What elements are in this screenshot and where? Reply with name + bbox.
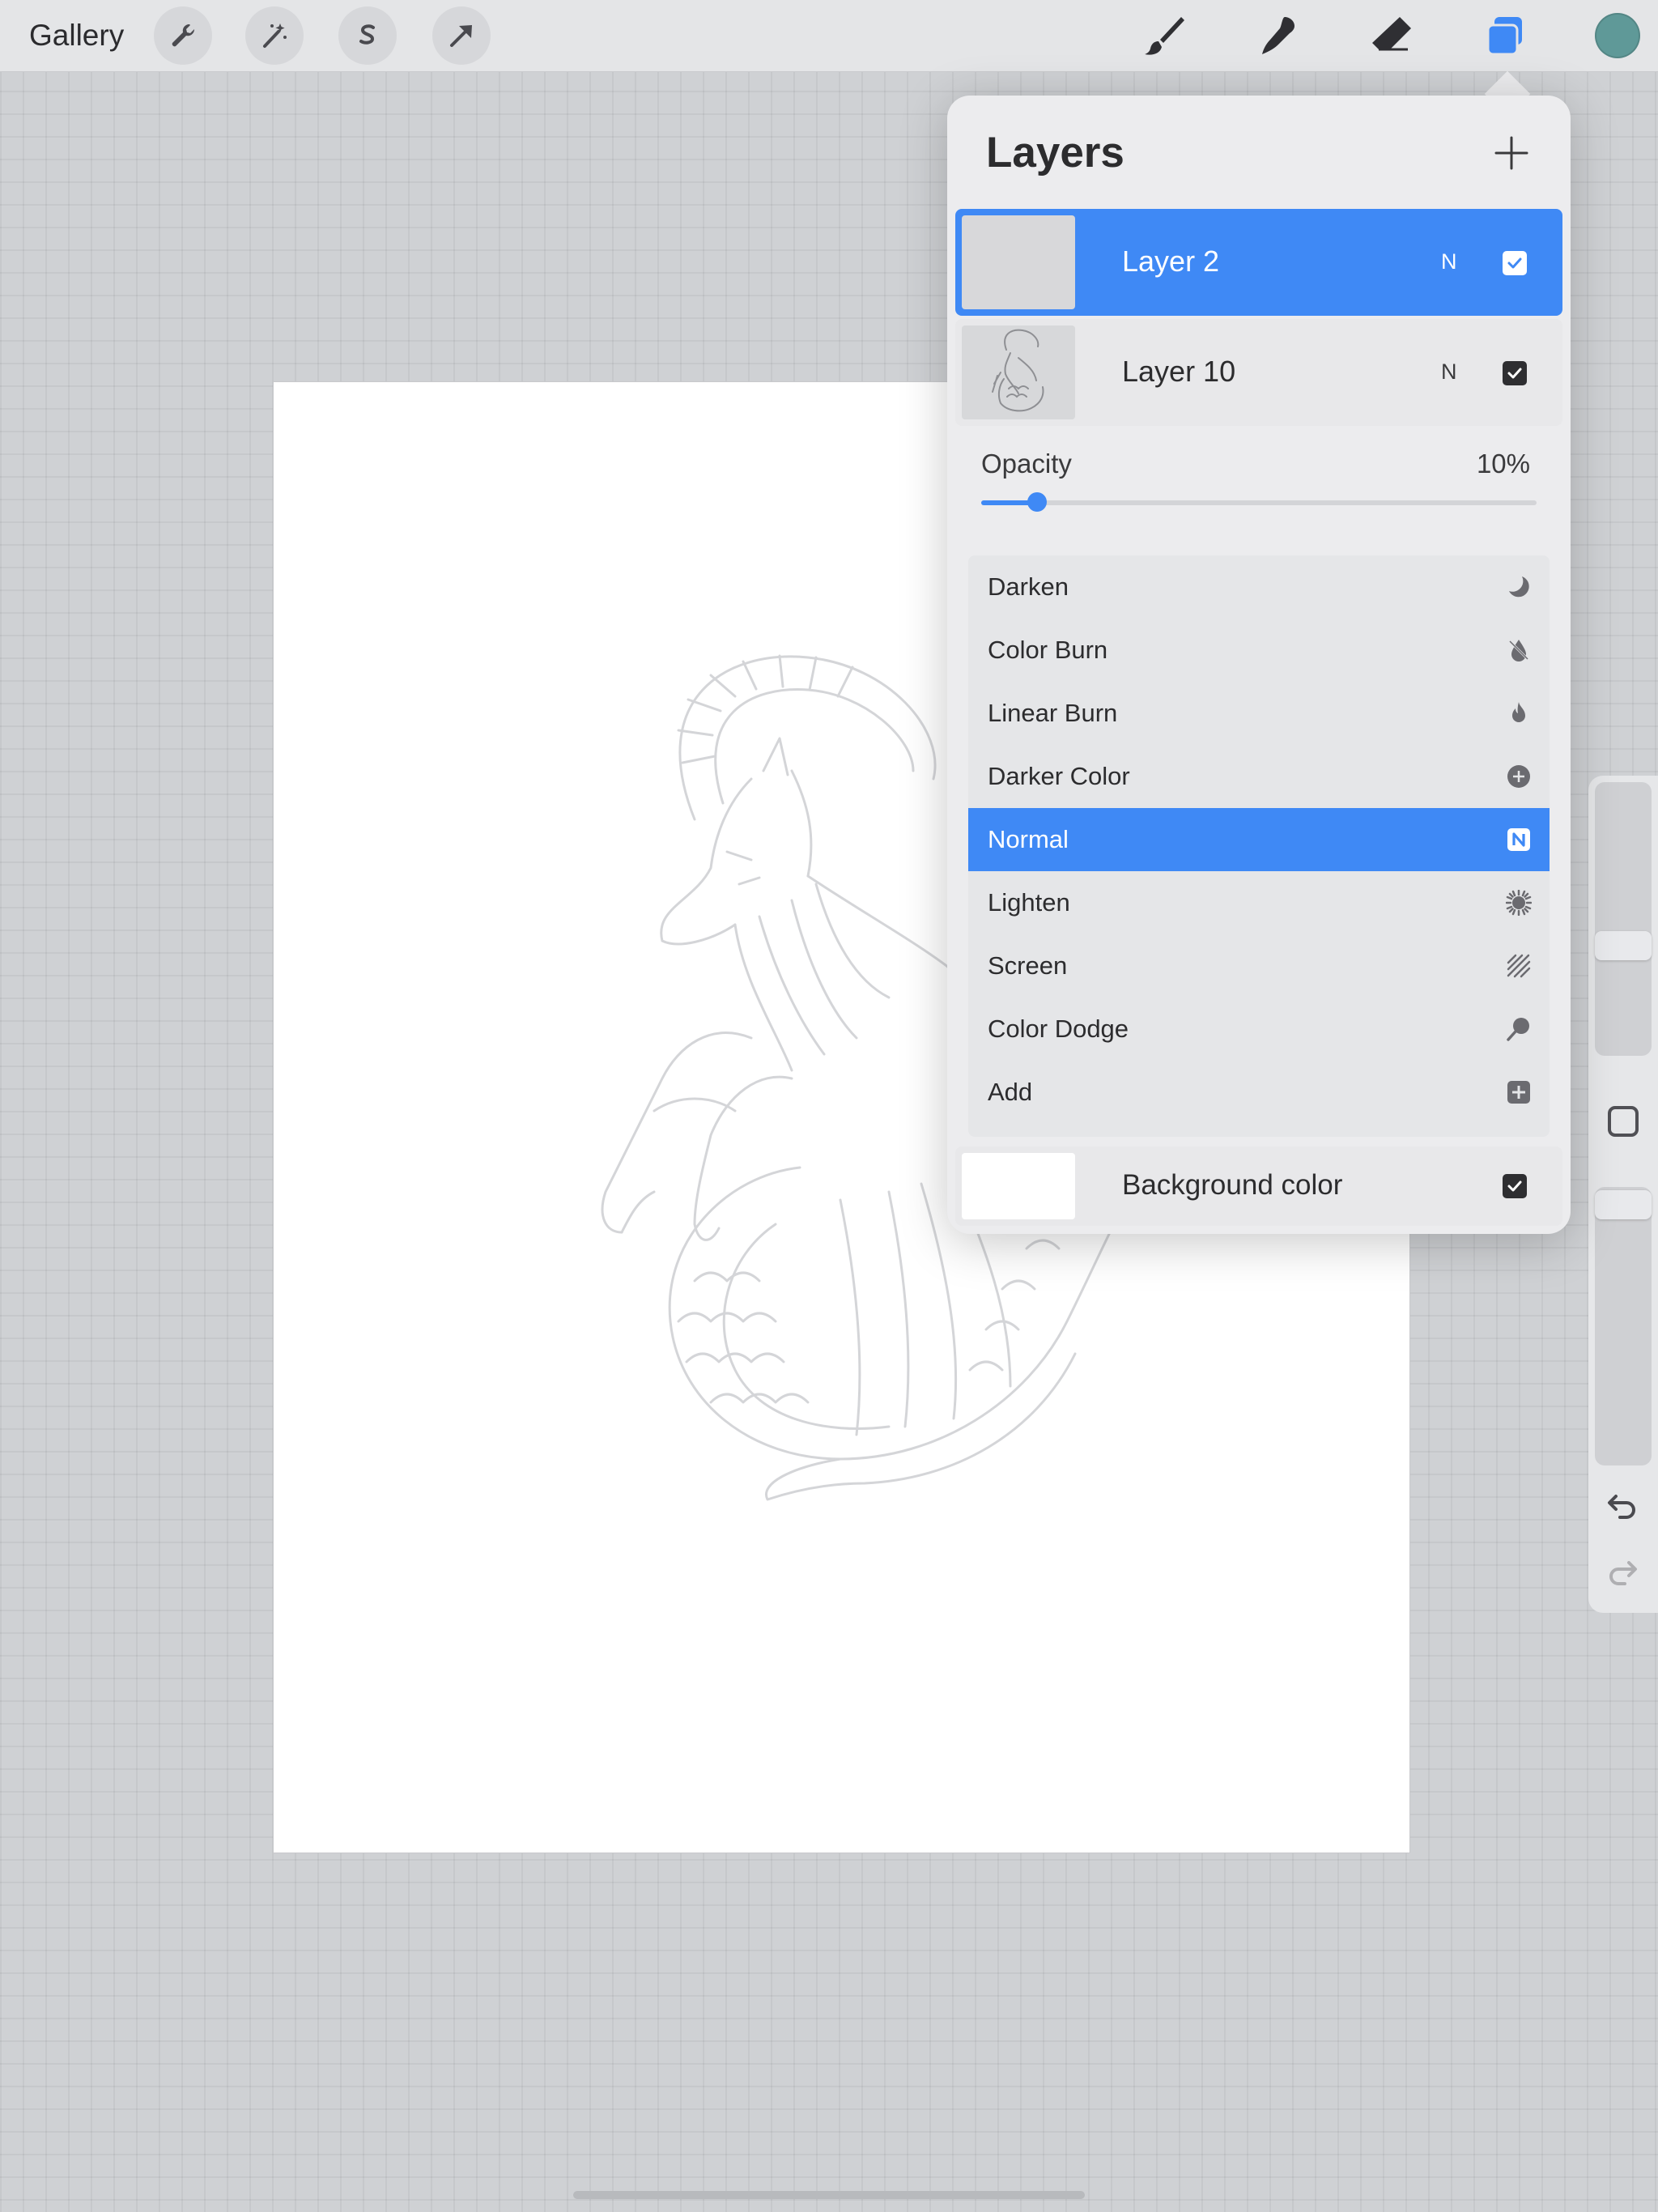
redo-icon[interactable] [1605,1553,1640,1589]
blend-mode-darken[interactable]: Darken [968,555,1550,619]
top-toolbar: Gallery [0,0,1658,72]
layers-button[interactable] [1477,8,1533,65]
brush-opacity-thumb[interactable] [1595,1190,1652,1219]
blend-mode-list: Darken Color Burn Linear Burn Darker Col… [968,555,1550,1137]
layer-name: Layer 2 [1122,245,1220,278]
brush-size-slider[interactable] [1595,782,1652,1056]
plus-circle-icon [1507,765,1530,788]
layers-panel: Layers Layer 2 N Layer 10 N Opacity 10% … [947,96,1571,1234]
layers-icon [1486,17,1522,56]
blend-mode-linear-burn[interactable]: Linear Burn [968,682,1550,745]
blend-mode-label: Color Burn [988,636,1108,664]
transform-button[interactable] [432,6,491,65]
opacity-value: 10% [1476,449,1530,479]
layer-thumbnail-art [992,329,1044,412]
layer-blend-mode-button[interactable]: N [1441,359,1457,385]
blend-mode-label: Screen [988,951,1068,980]
blend-mode-add[interactable]: Add [968,1061,1550,1124]
magic-wand-icon [263,23,287,48]
actions-button[interactable] [154,6,212,65]
layer-row-layer-2[interactable]: Layer 2 N [955,209,1562,316]
color-swatch-button[interactable] [1595,13,1640,58]
eraser-icon [1372,17,1411,51]
checkmark-icon [1507,1180,1522,1192]
blend-mode-label: Normal [988,825,1069,853]
checkmark-icon [1507,257,1522,269]
add-layer-icon[interactable] [1491,133,1532,173]
modifier-square-button[interactable] [1608,1106,1639,1137]
background-color-swatch[interactable] [962,1153,1075,1219]
layer-row-layer-10[interactable]: Layer 10 N [955,319,1562,426]
undo-icon[interactable] [1605,1487,1640,1522]
hatch-square-icon [1507,954,1531,978]
brush-button[interactable] [1137,8,1193,65]
layer-thumbnail [962,325,1075,419]
selection-s-icon [359,24,375,45]
dodge-icon [1507,1018,1529,1041]
brush-opacity-slider[interactable] [1595,1187,1652,1465]
layer-visibility-checkbox[interactable] [1503,361,1527,385]
sun-burst-icon [1506,890,1532,916]
blend-mode-screen[interactable]: Screen [968,934,1550,998]
wrench-icon [172,23,195,47]
plus-square-icon [1507,1081,1530,1104]
blend-mode-color-burn[interactable]: Color Burn [968,619,1550,682]
blend-mode-label: Darker Color [988,762,1130,790]
blend-mode-label: Lighten [988,888,1070,917]
background-color-label: Background color [1122,1169,1343,1201]
layer-visibility-checkbox[interactable] [1503,251,1527,275]
eraser-button[interactable] [1363,8,1420,65]
blend-mode-label: Linear Burn [988,699,1118,727]
adjustments-button[interactable] [245,6,304,65]
gallery-button[interactable]: Gallery [29,16,124,55]
n-square-icon [1507,828,1530,851]
layer-thumbnail [962,215,1075,309]
opacity-label: Opacity [981,449,1072,479]
selection-button[interactable] [338,6,397,65]
background-visibility-checkbox[interactable] [1503,1174,1527,1198]
layer-opacity-knob[interactable] [1027,492,1047,512]
smudge-button[interactable] [1250,8,1307,65]
layers-panel-title: Layers [986,129,1124,177]
layer-opacity-slider[interactable] [981,492,1537,512]
layer-blend-mode-button[interactable]: N [1441,249,1457,274]
brush-size-thumb[interactable] [1595,931,1652,960]
checkmark-icon [1507,368,1522,379]
home-indicator[interactable] [573,2191,1085,2199]
transform-arrow-icon [450,25,472,47]
burn-drop-icon [1508,640,1529,661]
blend-mode-lighten[interactable]: Lighten [968,871,1550,934]
blend-mode-label: Add [988,1078,1033,1106]
background-color-row[interactable]: Background color [955,1146,1562,1226]
smudge-icon [1262,17,1295,54]
flame-icon [1512,702,1525,722]
brush-icon [1145,17,1184,55]
blend-mode-label: Darken [988,572,1069,601]
blend-mode-normal[interactable]: Normal [968,808,1550,871]
layer-name: Layer 10 [1122,355,1236,388]
moon-icon [1509,576,1529,598]
blend-mode-label: Color Dodge [988,1015,1129,1043]
blend-mode-darker-color[interactable]: Darker Color [968,745,1550,808]
blend-mode-color-dodge[interactable]: Color Dodge [968,998,1550,1061]
